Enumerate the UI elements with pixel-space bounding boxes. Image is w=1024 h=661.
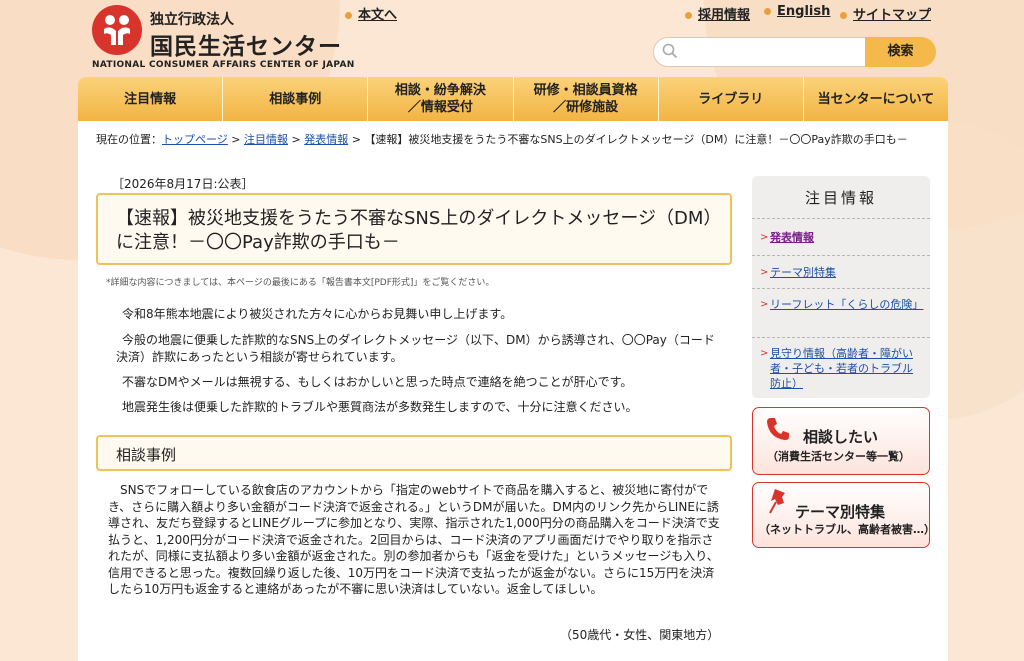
breadcrumb-press[interactable]: 発表情報 xyxy=(304,133,348,146)
section-heading-box: 相談事例 xyxy=(96,435,732,471)
org-name-english: NATIONAL CONSUMER AFFAIRS CENTER OF JAPA… xyxy=(92,60,355,70)
breadcrumb: 現在の位置：トップページ > 注目情報 > 発表情報 > 【速報】被災地支援をう… xyxy=(96,133,908,146)
paragraph-1: 令和8年熊本地震により被災された方々に心からお見舞い申し上げます。 xyxy=(122,307,513,321)
search-input[interactable] xyxy=(684,41,858,63)
theme-feature-button[interactable]: テーマ別特集 （ネットトラブル、高齢者被害…） xyxy=(752,482,935,548)
sitemap-link[interactable]: サイトマップ xyxy=(840,4,931,23)
consult-button[interactable]: 相談したい （消費生活センター等一覧） xyxy=(752,407,930,475)
sidebar-item-press[interactable]: > 発表情報 xyxy=(752,220,930,256)
paragraph-2: 今般の地震に便乗した詐欺的なSNS上のダイレクトメッセージ（以下、DM）から誘導… xyxy=(116,333,715,364)
arrow-right-icon: > xyxy=(760,348,769,359)
breadcrumb-top[interactable]: トップページ xyxy=(162,133,228,146)
bullet-icon xyxy=(685,12,692,19)
sidebar-item-leaflet[interactable]: > リーフレット「くらしの危険」 xyxy=(752,289,930,338)
sidebar-featured: 注目情報 > 発表情報 > テーマ別特集 > リーフレット「くらしの危険」 > … xyxy=(752,176,930,398)
recruit-link[interactable]: 採用情報 xyxy=(685,4,750,23)
paragraph-3: 不審なDMやメールは無視する、もしくはおかしいと思った時点で連絡を絶つことが肝心… xyxy=(122,375,633,389)
search-icon xyxy=(662,43,678,63)
site-search: 検索 xyxy=(653,37,936,67)
global-nav: 注目情報 相談事例 相談・紛争解決 ／情報受付 研修・相談員資格 ／研修施設 ラ… xyxy=(78,77,948,121)
nav-cases[interactable]: 相談事例 xyxy=(223,77,369,121)
org-name: 国民生活センター xyxy=(150,34,342,60)
search-button[interactable]: 検索 xyxy=(865,37,936,67)
nav-about[interactable]: 当センターについて xyxy=(804,77,948,121)
paragraph-4: 地震発生後は便乗した詐欺的トラブルや悪質商法が多数発生しますので、十分に注意くだ… xyxy=(122,400,638,414)
article-title-box: 【速報】被災地支援をうたう不審なSNS上のダイレクトメッセージ（DM）に注意！－… xyxy=(96,193,732,265)
breadcrumb-featured[interactable]: 注目情報 xyxy=(244,133,288,146)
sidebar-item-watch[interactable]: > 見守り情報（高齢者・障がい者・子ども・若者のトラブル防止） xyxy=(752,338,930,398)
bullet-icon xyxy=(840,12,847,19)
case-text: SNSでフォローしている飲食店のアカウントから「指定のwebサイトで商品を購入す… xyxy=(108,483,720,596)
nav-consultation[interactable]: 相談・紛争解決 ／情報受付 xyxy=(368,77,514,121)
sidebar-item-theme[interactable]: > テーマ別特集 xyxy=(752,256,930,289)
sidebar-heading: 注目情報 xyxy=(752,176,930,219)
page-title: 【速報】被災地支援をうたう不審なSNS上のダイレクトメッセージ（DM）に注意！－… xyxy=(116,208,713,253)
nav-featured[interactable]: 注目情報 xyxy=(78,77,224,121)
section-heading: 相談事例 xyxy=(116,446,177,464)
english-link[interactable]: English xyxy=(764,4,830,19)
bullet-icon xyxy=(345,12,352,19)
bullet-icon xyxy=(764,8,771,15)
phone-icon xyxy=(765,416,791,446)
skip-to-content-link[interactable]: 本文へ xyxy=(345,4,397,23)
nav-library[interactable]: ライブラリ xyxy=(659,77,804,121)
logo-mark-icon xyxy=(92,5,142,55)
pin-icon xyxy=(767,487,791,519)
case-attribution: （50歳代・女性、関東地方） xyxy=(560,628,720,642)
org-type-label: 独立行政法人 xyxy=(150,12,234,28)
arrow-right-icon: > xyxy=(760,232,769,243)
nav-training[interactable]: 研修・相談員資格 ／研修施設 xyxy=(514,77,659,121)
breadcrumb-current: 【速報】被災地支援をうたう不審なSNS上のダイレクトメッセージ（DM）に注意！－… xyxy=(364,133,908,146)
publish-date: ［2026年8月17日:公表］ xyxy=(112,177,254,191)
detail-note: *詳細な内容につきましては、本ページの最後にある「報告書本文[PDF形式]」をご… xyxy=(106,278,495,288)
search-field xyxy=(653,37,867,67)
arrow-right-icon: > xyxy=(760,267,769,278)
arrow-right-icon: > xyxy=(760,299,769,310)
